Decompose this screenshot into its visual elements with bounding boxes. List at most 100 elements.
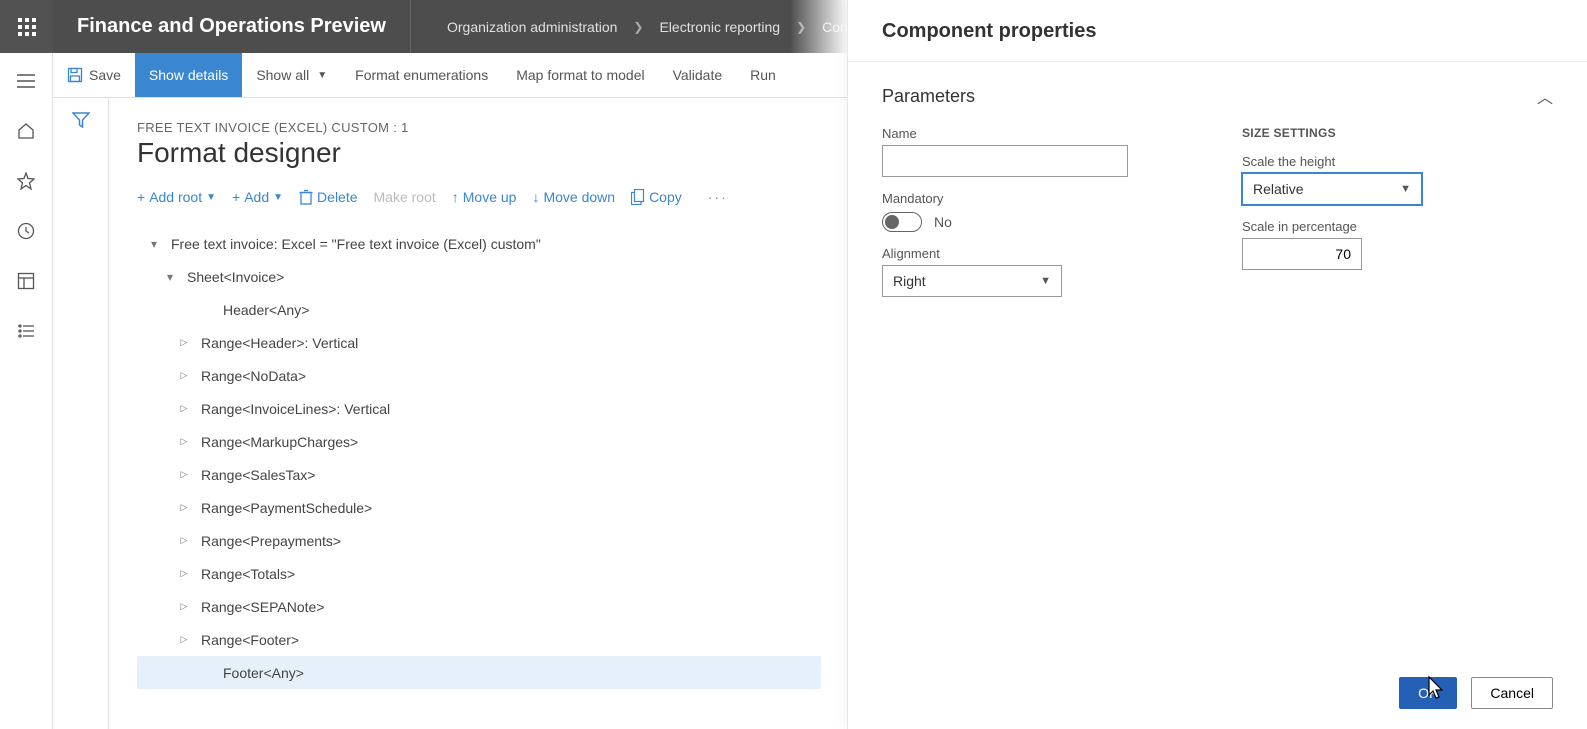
add-root-button[interactable]: + Add root ▼ — [137, 189, 216, 205]
map-format-button[interactable]: Map format to model — [502, 53, 658, 97]
expand-icon[interactable] — [177, 634, 191, 645]
expand-icon[interactable] — [177, 535, 191, 546]
scale-height-field: Scale the height Relative ▼ — [1242, 154, 1502, 205]
scale-pct-input[interactable] — [1242, 238, 1362, 270]
expand-icon[interactable] — [177, 436, 191, 447]
show-all-button[interactable]: Show all ▼ — [242, 53, 341, 97]
expand-icon[interactable] — [163, 270, 177, 284]
plus-icon: + — [232, 189, 240, 205]
mandatory-label: Mandatory — [882, 191, 1142, 206]
panel-footer: OK Cancel — [848, 663, 1587, 729]
trash-icon — [299, 189, 313, 205]
name-field: Name — [882, 126, 1142, 177]
tree-row[interactable]: Range<Prepayments> — [137, 524, 821, 557]
tree-row[interactable]: Range<InvoiceLines>: Vertical — [137, 392, 821, 425]
recent-icon[interactable] — [12, 217, 40, 245]
expand-icon[interactable] — [147, 237, 161, 251]
run-button[interactable]: Run — [736, 53, 790, 97]
waffle-icon — [18, 18, 36, 36]
workspace-icon[interactable] — [12, 267, 40, 295]
format-enumerations-button[interactable]: Format enumerations — [341, 53, 502, 97]
mandatory-toggle[interactable] — [882, 212, 922, 232]
tree-node-label: Free text invoice: Excel = "Free text in… — [171, 236, 541, 252]
arrow-down-icon: ↓ — [532, 189, 539, 205]
tree-row[interactable]: Range<SEPANote> — [137, 590, 821, 623]
alignment-field: Alignment Right ▼ — [882, 246, 1142, 297]
move-down-label: Move down — [543, 189, 615, 205]
scale-pct-field: Scale in percentage — [1242, 219, 1502, 270]
tree-row[interactable]: Range<Header>: Vertical — [137, 326, 821, 359]
expand-icon[interactable] — [177, 370, 191, 381]
filter-icon[interactable] — [72, 112, 90, 729]
size-settings-heading: SIZE SETTINGS — [1242, 126, 1502, 140]
tree-node-label: Range<Footer> — [201, 632, 299, 648]
app-launcher-button[interactable] — [0, 0, 53, 53]
expand-icon[interactable] — [177, 502, 191, 513]
tree-row[interactable]: Range<Footer> — [137, 623, 821, 656]
properties-panel: Component properties Parameters ︿ Name M… — [847, 0, 1587, 729]
tree-node-label: Range<PaymentSchedule> — [201, 500, 372, 516]
move-up-label: Move up — [463, 189, 517, 205]
tree-node-label: Header<Any> — [223, 302, 309, 318]
copy-icon — [631, 189, 645, 205]
main-content: FREE TEXT INVOICE (EXCEL) CUSTOM : 1 For… — [109, 98, 849, 729]
tree-row[interactable]: Header<Any> — [137, 293, 821, 326]
tree-node-label: Range<Totals> — [201, 566, 295, 582]
overflow-button[interactable]: ··· — [698, 189, 728, 205]
scale-height-label: Scale the height — [1242, 154, 1502, 169]
expand-icon[interactable] — [177, 403, 191, 414]
breadcrumb-item[interactable]: Electronic reporting — [659, 19, 780, 35]
tree-row[interactable]: Range<MarkupCharges> — [137, 425, 821, 458]
show-details-button[interactable]: Show details — [135, 53, 242, 97]
validate-button[interactable]: Validate — [659, 53, 737, 97]
tree-node-label: Footer<Any> — [223, 665, 304, 681]
page-title: Format designer — [137, 137, 821, 169]
tree-row[interactable]: Range<PaymentSchedule> — [137, 491, 821, 524]
expand-icon[interactable] — [177, 469, 191, 480]
expand-icon[interactable] — [177, 337, 191, 348]
tree-row[interactable]: Range<SalesTax> — [137, 458, 821, 491]
delete-button[interactable]: Delete — [299, 189, 357, 205]
command-bar: Save Show details Show all ▼ Format enum… — [53, 53, 847, 98]
breadcrumb-item[interactable]: Organization administration — [447, 19, 617, 35]
parameters-section-header[interactable]: Parameters ︿ — [882, 84, 1553, 108]
save-button[interactable]: Save — [53, 53, 135, 97]
hamburger-icon[interactable] — [12, 67, 40, 95]
format-tree: Free text invoice: Excel = "Free text in… — [137, 227, 821, 689]
expand-icon[interactable] — [177, 601, 191, 612]
mandatory-field: Mandatory No — [882, 191, 1142, 232]
cancel-button[interactable]: Cancel — [1471, 677, 1553, 709]
show-details-label: Show details — [149, 67, 228, 83]
chevron-down-icon: ▼ — [206, 192, 216, 203]
move-down-button[interactable]: ↓ Move down — [532, 189, 615, 205]
save-label: Save — [89, 67, 121, 83]
nav-rail — [0, 53, 53, 729]
move-up-button[interactable]: ↑ Move up — [452, 189, 517, 205]
name-input[interactable] — [882, 145, 1128, 177]
tree-row[interactable]: Range<Totals> — [137, 557, 821, 590]
panel-header: Component properties — [848, 0, 1587, 62]
expand-icon[interactable] — [177, 568, 191, 579]
alignment-label: Alignment — [882, 246, 1142, 261]
alignment-value: Right — [893, 273, 926, 289]
tree-row[interactable]: Free text invoice: Excel = "Free text in… — [137, 227, 821, 260]
copy-label: Copy — [649, 189, 682, 205]
ok-button[interactable]: OK — [1399, 677, 1457, 709]
tree-node-label: Range<SalesTax> — [201, 467, 315, 483]
star-icon[interactable] — [12, 167, 40, 195]
home-icon[interactable] — [12, 117, 40, 145]
tree-row[interactable]: Footer<Any> — [137, 656, 821, 689]
alignment-select[interactable]: Right ▼ — [882, 265, 1062, 297]
tree-row[interactable]: Sheet<Invoice> — [137, 260, 821, 293]
parameters-grid: Name Mandatory No Alignment Right ▼ — [882, 126, 1553, 297]
tree-node-label: Range<SEPANote> — [201, 599, 325, 615]
scale-height-select[interactable]: Relative ▼ — [1242, 173, 1422, 205]
tree-node-label: Range<Header>: Vertical — [201, 335, 358, 351]
tree-node-label: Sheet<Invoice> — [187, 269, 284, 285]
tree-row[interactable]: Range<NoData> — [137, 359, 821, 392]
modules-icon[interactable] — [12, 317, 40, 345]
copy-button[interactable]: Copy — [631, 189, 682, 205]
add-button[interactable]: + Add ▼ — [232, 189, 283, 205]
chevron-down-icon: ▼ — [1040, 275, 1051, 287]
chevron-up-icon[interactable]: ︿ — [1537, 84, 1553, 108]
